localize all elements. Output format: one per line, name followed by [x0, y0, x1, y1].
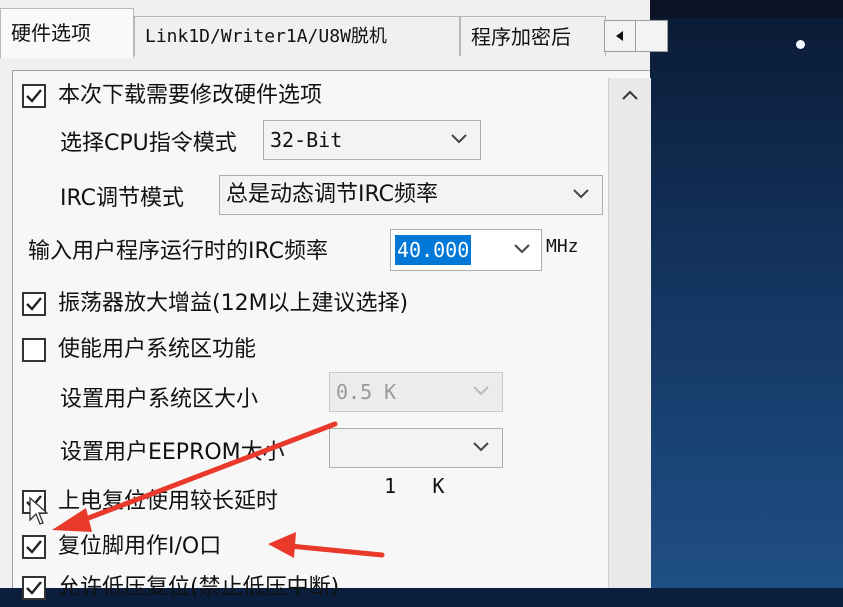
triangle-left-icon [616, 31, 623, 41]
irc-freq-unit: MHz [546, 236, 579, 257]
user-sys-size-value: 0.5 K [336, 380, 397, 404]
checkmark-icon [26, 89, 42, 103]
user-sys-size-label: 设置用户系统区大小 [60, 387, 259, 412]
reset-pin-io-label: 复位脚用作I/O口 [58, 534, 222, 559]
desktop-background [650, 0, 843, 588]
chevron-down-icon [451, 134, 467, 144]
low-voltage-reset-label: 允许低压复位(禁止低压中断) [58, 575, 340, 600]
tab-scroll-left-button[interactable] [604, 20, 636, 52]
cpu-mode-value: 32-Bit [270, 128, 343, 152]
tab-program-encryption[interactable]: 程序加密后 [460, 16, 606, 56]
low-voltage-reset-checkbox[interactable] [22, 576, 46, 600]
chevron-down-icon [473, 442, 489, 452]
modify-hw-checkbox[interactable] [22, 84, 46, 108]
eeprom-size-value: 1 K [384, 474, 445, 498]
irc-freq-label: 输入用户程序运行时的IRC频率 [28, 239, 329, 264]
cpu-mode-select[interactable]: 32-Bit [263, 120, 481, 160]
checkmark-icon [26, 540, 42, 554]
chevron-up-icon [622, 90, 638, 100]
cpu-mode-label: 选择CPU指令模式 [60, 131, 237, 156]
tab-strip: 硬件选项 Link1D/Writer1A/U8W脱机 程序加密后 [0, 6, 668, 58]
user-sys-area-checkbox[interactable] [22, 338, 46, 362]
reset-pin-io-checkbox[interactable] [22, 535, 46, 559]
irc-freq-value[interactable]: 40.000 [395, 235, 472, 265]
checkmark-icon [26, 297, 42, 311]
tab-offline-programming[interactable]: Link1D/Writer1A/U8W脱机 [134, 16, 460, 56]
osc-gain-checkbox[interactable] [22, 292, 46, 316]
chevron-down-icon [473, 386, 489, 396]
checkmark-icon [26, 581, 42, 595]
user-sys-size-select: 0.5 K [329, 372, 503, 412]
irc-freq-combo[interactable]: 40.000 [390, 229, 542, 271]
desktop-topbar [650, 0, 843, 18]
irc-mode-label: IRC调节模式 [60, 186, 185, 211]
vertical-scrollbar[interactable] [608, 78, 651, 588]
mouse-cursor-icon [29, 496, 48, 525]
chevron-down-icon [514, 244, 530, 254]
user-sys-area-label: 使能用户系统区功能 [58, 337, 257, 362]
tab-hardware-options[interactable]: 硬件选项 [0, 8, 134, 58]
irc-mode-value: 总是动态调节IRC频率 [226, 182, 439, 207]
eeprom-size-label: 设置用户EEPROM大小 [60, 440, 285, 465]
hardware-options-window: 硬件选项 Link1D/Writer1A/U8W脱机 程序加密后 本次下载需要修… [0, 0, 668, 600]
tab-scroll-right-button[interactable] [636, 20, 668, 52]
modify-hw-label: 本次下载需要修改硬件选项 [58, 83, 323, 108]
irc-mode-select[interactable]: 总是动态调节IRC频率 [219, 175, 603, 215]
eeprom-size-select[interactable]: 1 K [329, 428, 503, 498]
chevron-down-icon [573, 189, 589, 199]
long-reset-delay-label: 上电复位使用较长延时 [58, 489, 279, 514]
osc-gain-label: 振荡器放大增益(12M以上建议选择) [58, 291, 409, 316]
desktop-dot [796, 40, 805, 49]
